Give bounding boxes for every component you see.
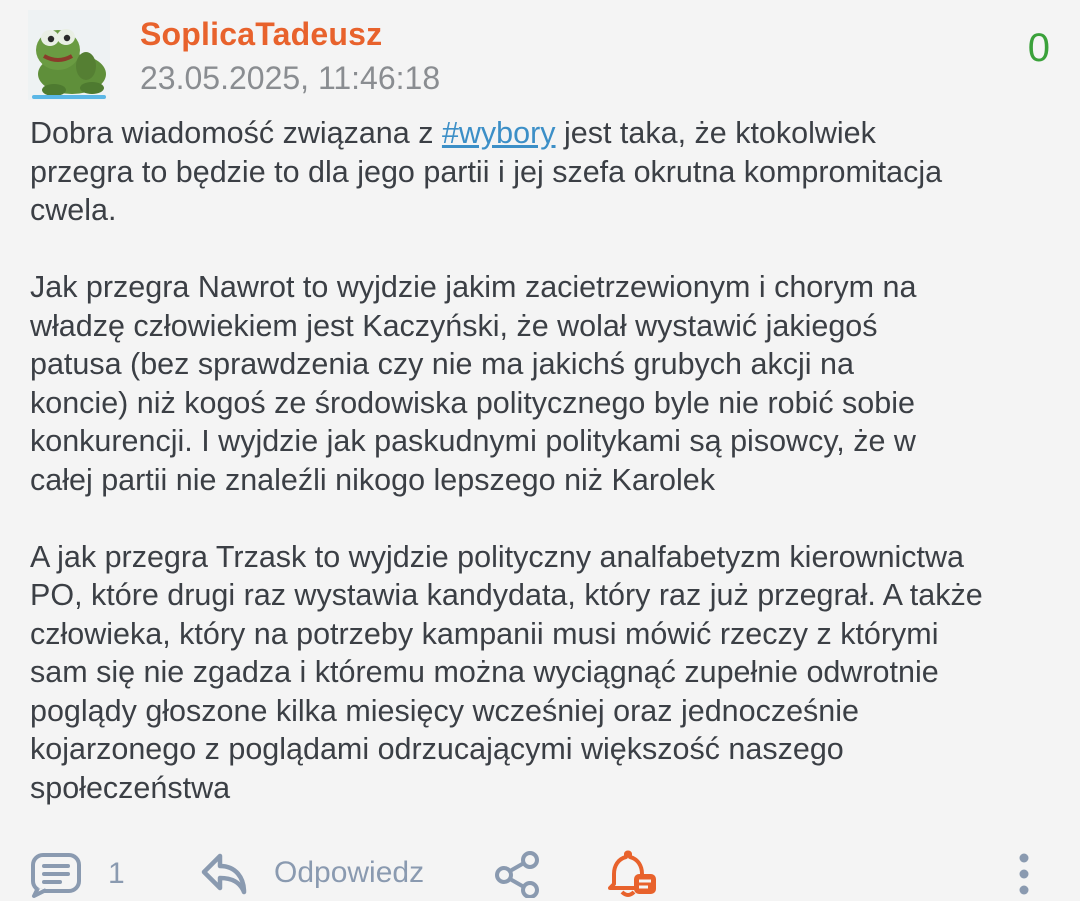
post-paragraph: Jak przegra Nawrot to wyjdzie jakim zaci… — [30, 270, 917, 497]
notification-button[interactable] — [606, 850, 658, 900]
author-name[interactable]: SoplicaTadeusz — [140, 16, 382, 53]
hashtag-link[interactable]: #wybory — [442, 116, 556, 150]
more-options-button[interactable] — [1014, 850, 1034, 898]
share-button[interactable] — [494, 850, 542, 898]
post-body: Dobra wiadomość związana z #wybory jest … — [30, 114, 1060, 807]
reply-button[interactable]: Odpowiedz — [200, 850, 424, 896]
avatar-image — [28, 10, 110, 100]
comments-button[interactable]: 1 — [30, 850, 125, 898]
avatar[interactable] — [28, 10, 110, 100]
post-paragraph: Dobra wiadomość związana z #wybory jest … — [30, 114, 1060, 230]
share-icon — [494, 850, 542, 898]
action-bar: 1 Odpowiedz — [0, 850, 1080, 901]
more-vertical-icon — [1014, 850, 1034, 898]
post-paragraph: A jak przegra Trzask to wyjdzie politycz… — [30, 539, 983, 805]
comments-count: 1 — [108, 857, 125, 890]
reply-label: Odpowiedz — [274, 856, 425, 889]
post-timestamp: 23.05.2025, 11:46:18 — [140, 60, 441, 96]
comment-icon — [30, 850, 82, 898]
post-score: 0 — [1027, 26, 1050, 70]
paragraph-text: Dobra wiadomość związana z — [30, 116, 442, 150]
notification-bell-icon — [606, 850, 658, 900]
reply-icon — [200, 850, 248, 896]
post-card: SoplicaTadeusz 23.05.2025, 11:46:18 0 Do… — [0, 0, 1080, 901]
